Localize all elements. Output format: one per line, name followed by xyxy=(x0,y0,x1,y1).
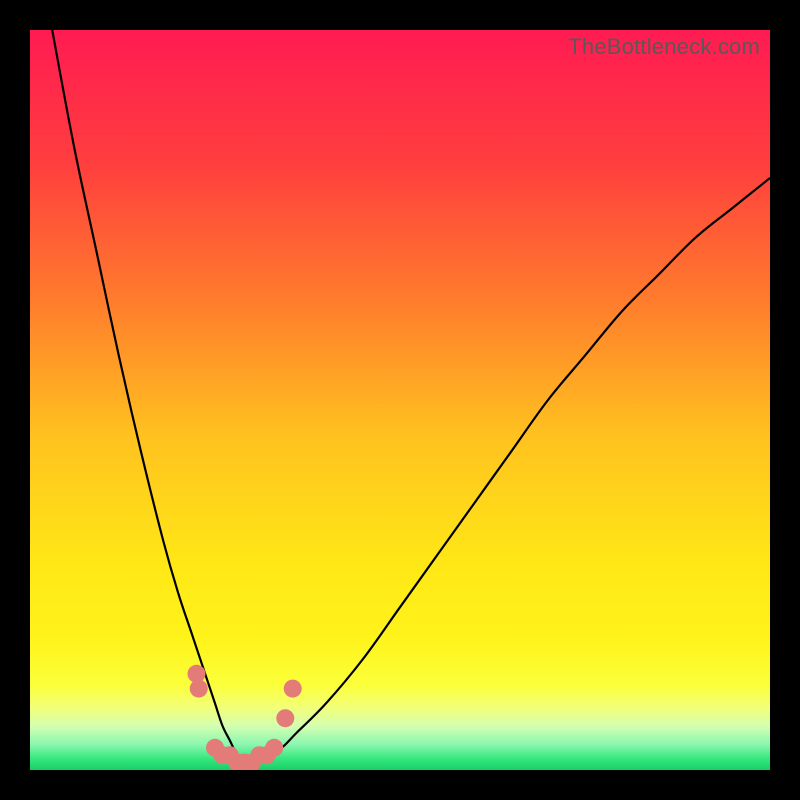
marker-dot xyxy=(284,680,302,698)
curve-right xyxy=(230,178,770,764)
curve-left xyxy=(52,30,274,763)
marker-dot xyxy=(276,709,294,727)
chart-frame: TheBottleneck.com xyxy=(0,0,800,800)
curves-layer xyxy=(30,30,770,770)
marker-dot xyxy=(265,739,283,757)
marker-dot xyxy=(190,680,208,698)
highlight-dots xyxy=(188,665,302,770)
plot-area: TheBottleneck.com xyxy=(30,30,770,770)
watermark-text: TheBottleneck.com xyxy=(568,34,760,60)
